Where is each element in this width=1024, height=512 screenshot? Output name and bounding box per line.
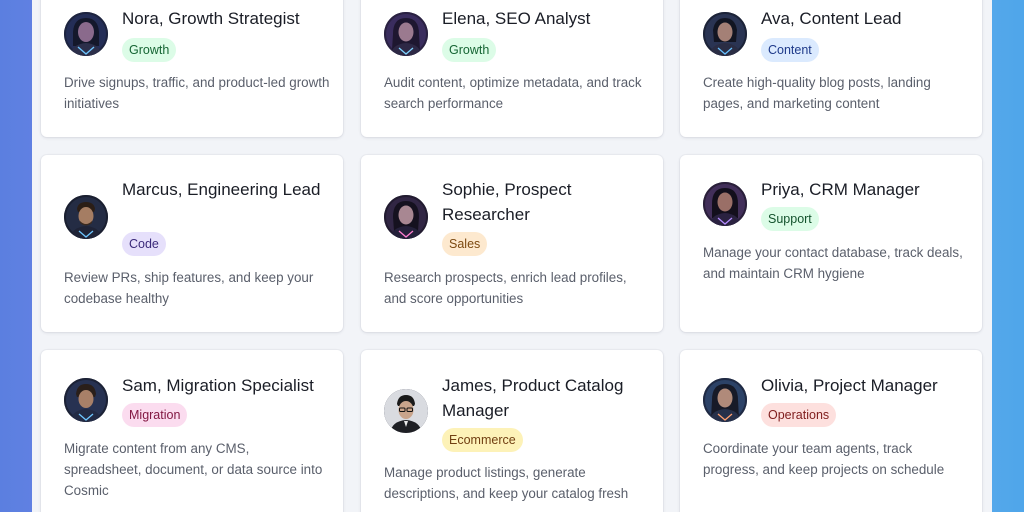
agent-description: Manage your contact database, track deal… [703, 245, 963, 281]
agent-name: Marcus, Engineering Lead [122, 180, 321, 199]
agent-description: Audit content, optimize metadata, and tr… [384, 75, 642, 111]
agent-tag-badge: Migration [122, 403, 188, 427]
agent-description: Migrate content from any CMS, spreadshee… [64, 441, 323, 498]
agent-tag-badge: Sales [442, 232, 488, 256]
agent-card-james[interactable]: James, Product Catalog Manager Ecommerce… [361, 350, 663, 512]
agent-name: Sam, Migration Specialist [122, 376, 314, 395]
sam-avatar-icon [64, 378, 108, 422]
agent-tag-badge: Code [122, 232, 166, 256]
agent-description: Manage product listings, generate descri… [384, 465, 629, 501]
marcus-avatar-icon [64, 195, 108, 239]
olivia-avatar-icon [703, 378, 747, 422]
agent-description: Review PRs, ship features, and keep your… [64, 270, 314, 306]
agent-card-sam[interactable]: Sam, Migration Specialist Migration Migr… [41, 350, 343, 512]
agent-card-sophie[interactable]: Sophie, Prospect Researcher Sales Resear… [361, 155, 663, 332]
agent-card-priya[interactable]: Priya, CRM Manager Support Manage your c… [680, 155, 982, 332]
sophie-avatar-icon [384, 195, 428, 239]
agent-tag-badge: Content [761, 38, 819, 62]
agent-tag-badge: Growth [122, 38, 177, 62]
agent-description: Research prospects, enrich lead profiles… [384, 270, 627, 306]
agent-card-marcus[interactable]: Marcus, Engineering Lead Code Review PRs… [41, 155, 343, 332]
agent-name: Ava, Content Lead [761, 9, 902, 28]
agent-tag-badge: Ecommerce [442, 428, 523, 452]
agent-card-nora[interactable]: Nora, Growth Strategist Growth Drive sig… [41, 0, 343, 137]
agent-tag-badge: Growth [442, 38, 497, 62]
ava-avatar-icon [703, 12, 747, 56]
agent-tag-badge: Operations [761, 403, 837, 427]
nora-avatar-icon [64, 12, 108, 56]
agent-description: Drive signups, traffic, and product-led … [64, 75, 330, 111]
agent-name: Nora, Growth Strategist [122, 9, 300, 28]
agent-name: James, Product Catalog Manager [442, 376, 624, 420]
elena-avatar-icon [384, 12, 428, 56]
agent-description: Coordinate your team agents, track progr… [703, 441, 945, 477]
agents-panel: Nora, Growth Strategist Growth Drive sig… [32, 0, 992, 512]
agent-tag-badge: Support [761, 207, 819, 231]
agent-description: Create high-quality blog posts, landing … [703, 75, 931, 111]
agent-name: Priya, CRM Manager [761, 180, 920, 199]
agent-card-olivia[interactable]: Olivia, Project Manager Operations Coord… [680, 350, 982, 512]
james-avatar-icon [384, 389, 428, 433]
priya-avatar-icon [703, 182, 747, 226]
agent-card-ava[interactable]: Ava, Content Lead Content Create high-qu… [680, 0, 982, 137]
agent-name: Olivia, Project Manager [761, 376, 938, 395]
agent-name: Elena, SEO Analyst [442, 9, 591, 28]
agent-name: Sophie, Prospect Researcher [442, 180, 572, 224]
agent-card-elena[interactable]: Elena, SEO Analyst Growth Audit content,… [361, 0, 663, 137]
